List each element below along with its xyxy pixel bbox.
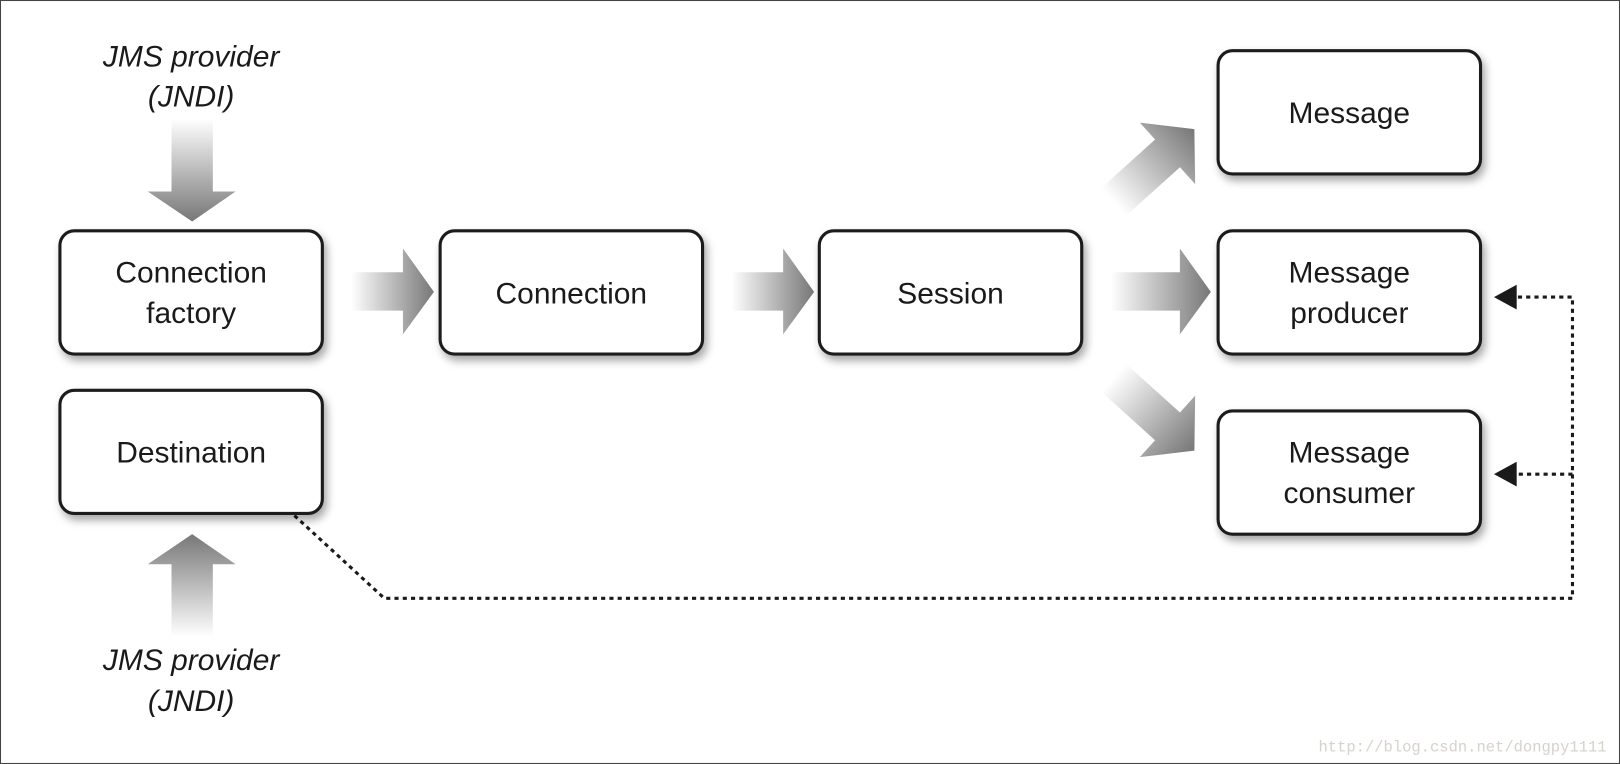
node-label: Session (897, 277, 1004, 310)
node-label: factory (146, 297, 236, 330)
provider-top-line2: (JNDI) (148, 81, 235, 114)
provider-bottom-line2: (JNDI) (148, 685, 235, 718)
node-label: Message (1289, 257, 1411, 290)
node-connection-factory: Connection factory (58, 229, 324, 356)
provider-top-line1: JMS provider (102, 40, 280, 73)
node-session: Session (817, 229, 1084, 356)
provider-bottom-line1: JMS provider (102, 644, 280, 677)
node-label: Message (1289, 97, 1411, 130)
watermark: http://blog.csdn.net/dongpy1111 (1318, 739, 1606, 757)
node-label: producer (1290, 297, 1408, 330)
node-label: Connection (115, 257, 267, 290)
jms-diagram: JMS provider (JNDI) JMS provider (JNDI) … (0, 0, 1620, 764)
node-label: Message (1289, 437, 1411, 470)
node-connection: Connection (438, 229, 705, 356)
node-message: Message (1216, 49, 1483, 176)
node-destination: Destination (58, 388, 324, 516)
node-message-producer: Message producer (1216, 229, 1483, 356)
node-label: Destination (116, 437, 266, 470)
node-label: consumer (1284, 477, 1416, 510)
node-message-consumer: Message consumer (1216, 409, 1483, 536)
node-label: Connection (496, 277, 648, 310)
